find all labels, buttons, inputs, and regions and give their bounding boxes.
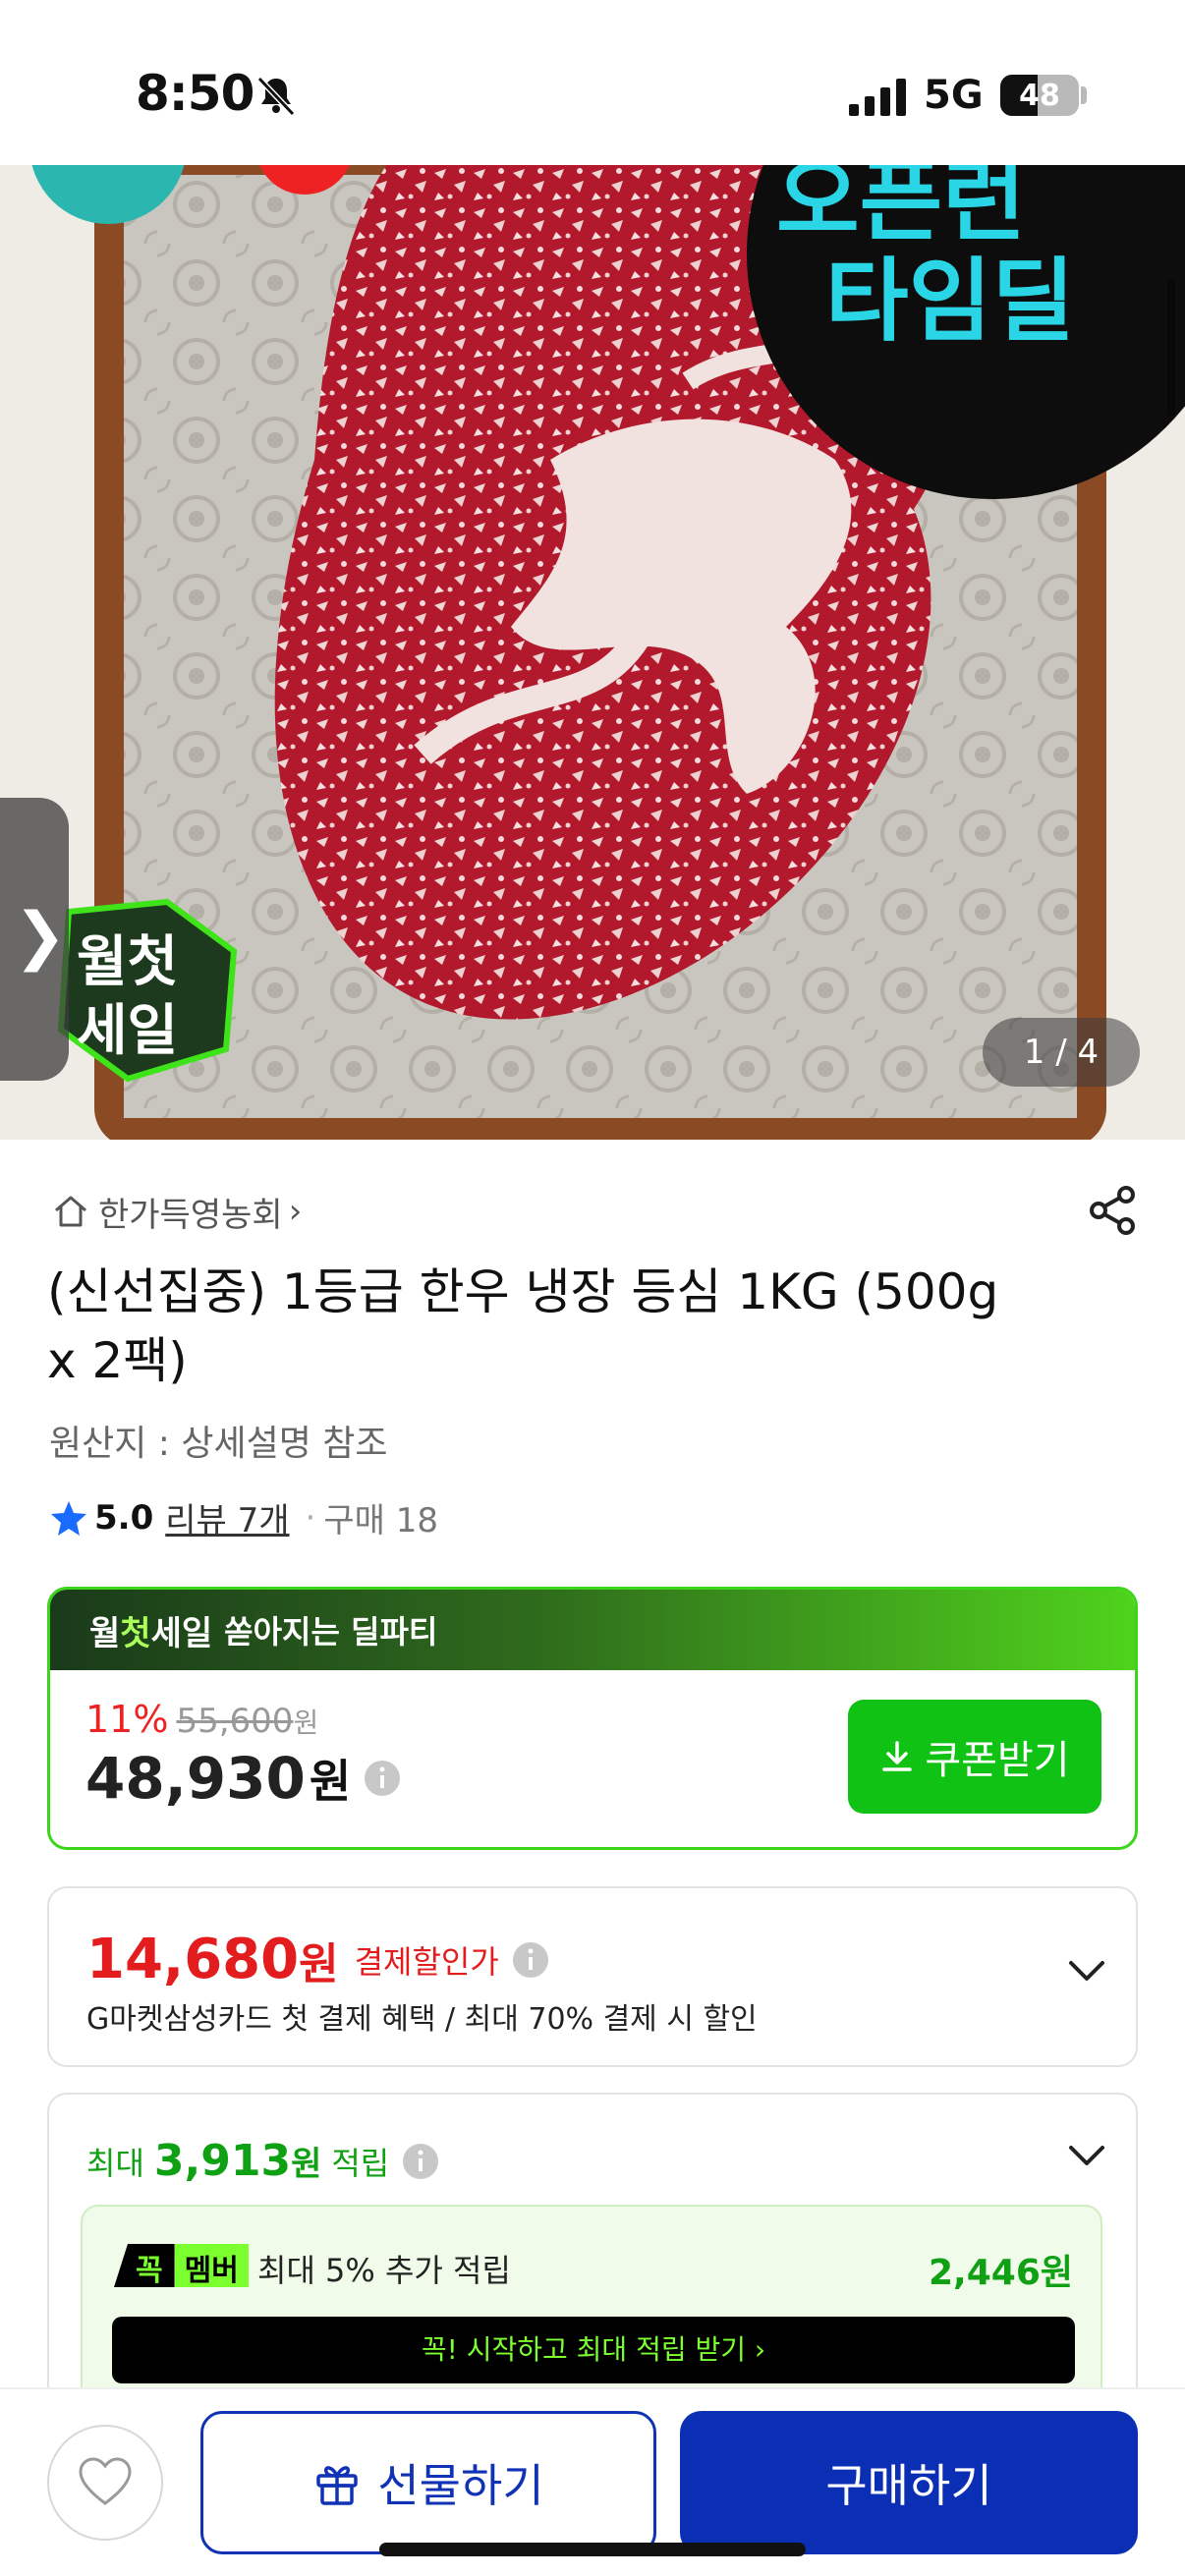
- bottom-action-bar: 선물하기 구매하기: [0, 2387, 1185, 2576]
- points-row: 최대 3,913 원 적립: [86, 2136, 440, 2186]
- bell-muted-icon: [256, 76, 296, 117]
- buy-button[interactable]: 구매하기: [680, 2411, 1138, 2554]
- rating-row: 5.0 리뷰 7개 · 구매 18: [49, 1493, 438, 1541]
- sale-logo-line1: 월첫: [77, 930, 178, 994]
- sale-price: 48,930: [85, 1745, 306, 1812]
- payment-price-row: 14,680 원 결제할인가: [86, 1928, 550, 1991]
- chevron-right-icon: ❯: [14, 900, 67, 973]
- prev-image-tab[interactable]: ❯: [0, 798, 69, 1081]
- separator-dot: ·: [305, 1497, 316, 1538]
- home-indicator: [379, 2543, 806, 2556]
- badge-text-line1: 오픈런: [776, 165, 1026, 253]
- battery-icon: 48: [1000, 75, 1079, 116]
- network-label: 5G: [924, 73, 984, 118]
- scrollbar[interactable]: [1167, 279, 1175, 417]
- review-link[interactable]: 리뷰 7개: [165, 1493, 289, 1541]
- price-row: 48,930 원: [85, 1745, 402, 1812]
- battery-level: 48: [1019, 79, 1060, 113]
- heart-icon: [79, 2457, 132, 2505]
- membership-cta-button[interactable]: 꼭! 시작하고 최대 적립 받기 ›: [112, 2317, 1075, 2383]
- signal-icon: [849, 79, 906, 116]
- payment-label: 결제할인가: [354, 1942, 499, 1981]
- points-prefix: 최대: [86, 2144, 144, 2182]
- info-icon[interactable]: [401, 2142, 440, 2181]
- membership-badge-a: 꼭: [114, 2244, 175, 2287]
- discount-percent: 11%: [85, 1698, 169, 1741]
- sale-price-box: 월첫세일 쏟아지는 딜파티 11% 55,600 원 48,930 원 쿠폰받기: [47, 1587, 1138, 1850]
- points-suffix: 적립: [331, 2144, 390, 2182]
- payment-description: G마켓삼성카드 첫 결제 혜택 / 최대 70% 결제 시 할인: [86, 2002, 758, 2037]
- membership-badge-b: 멤버: [174, 2244, 249, 2288]
- sale-banner: 월첫세일 쏟아지는 딜파티: [50, 1590, 1135, 1670]
- chevron-right-icon: ›: [288, 1192, 303, 1231]
- coupon-button-label: 쿠폰받기: [925, 1738, 1070, 1783]
- points-unit: 원: [291, 2145, 322, 2184]
- sale-logo: 월첫 세일: [57, 898, 238, 1083]
- status-bar: 8:50 5G 48: [0, 0, 1185, 165]
- star-icon: [51, 1500, 86, 1536]
- sale-brand: 월첫세일: [89, 1606, 212, 1654]
- product-title: (신선집중) 1등급 한우 냉장 등심 1KG (500g x 2팩): [47, 1263, 999, 1389]
- info-icon[interactable]: [363, 1759, 402, 1798]
- product-image-carousel[interactable]: 오픈런 타임딜 월첫 세일 ❯ 1 / 4: [0, 165, 1185, 1140]
- sale-brand-highlight: 첫: [120, 1613, 151, 1653]
- battery-tip: [1081, 86, 1087, 104]
- share-icon[interactable]: [1085, 1183, 1140, 1238]
- chevron-down-icon[interactable]: [1065, 1949, 1108, 1992]
- store-name: 한가득영농회: [98, 1195, 283, 1235]
- sale-price-unit: 원: [309, 1755, 352, 1808]
- sale-logo-line2: 세일: [77, 999, 178, 1063]
- origin-info: 원산지 : 상세설명 참조: [49, 1424, 388, 1464]
- product-photo: 오픈런 타임딜 월첫 세일: [0, 165, 1185, 1140]
- original-price-unit: 원: [293, 1707, 319, 1739]
- rating-score: 5.0: [94, 1497, 154, 1538]
- payment-price-unit: 원: [299, 1938, 339, 1989]
- points-amount: 3,913: [153, 2136, 292, 2186]
- coupon-button[interactable]: 쿠폰받기: [848, 1700, 1101, 1814]
- buy-button-label: 구매하기: [825, 2459, 992, 2512]
- gift-button-label: 선물하기: [377, 2459, 544, 2512]
- discount-row: 11% 55,600 원: [85, 1698, 318, 1741]
- sale-brand-post: 세일: [150, 1613, 213, 1653]
- payment-discount-card[interactable]: 14,680 원 결제할인가 G마켓삼성카드 첫 결제 혜택 / 최대 70% …: [47, 1886, 1138, 2067]
- badge-text-line2: 타임딜: [825, 249, 1075, 354]
- membership-amount: 2,446원: [929, 2253, 1073, 2293]
- status-time: 8:50: [136, 65, 254, 122]
- wishlist-button[interactable]: [47, 2425, 163, 2541]
- original-price: 55,600: [176, 1702, 294, 1741]
- info-icon[interactable]: [511, 1940, 550, 1980]
- sale-brand-pre: 월: [89, 1613, 121, 1653]
- download-icon: [882, 1741, 913, 1771]
- home-icon: [55, 1196, 86, 1227]
- gift-button[interactable]: 선물하기: [200, 2411, 656, 2554]
- page-indicator: 1 / 4: [983, 1018, 1140, 1087]
- membership-badge: 꼭 멤버: [114, 2244, 249, 2288]
- payment-price: 14,680: [86, 1928, 300, 1991]
- store-link[interactable]: 한가득영농회 ›: [51, 1187, 302, 1236]
- chevron-down-icon[interactable]: [1065, 2134, 1108, 2177]
- membership-text: 최대 5% 추가 적립: [257, 2252, 511, 2289]
- gift-icon: [316, 2466, 359, 2505]
- purchase-count: 구매 18: [323, 1501, 438, 1540]
- sale-subtitle: 쏟아지는 딜파티: [224, 1613, 438, 1651]
